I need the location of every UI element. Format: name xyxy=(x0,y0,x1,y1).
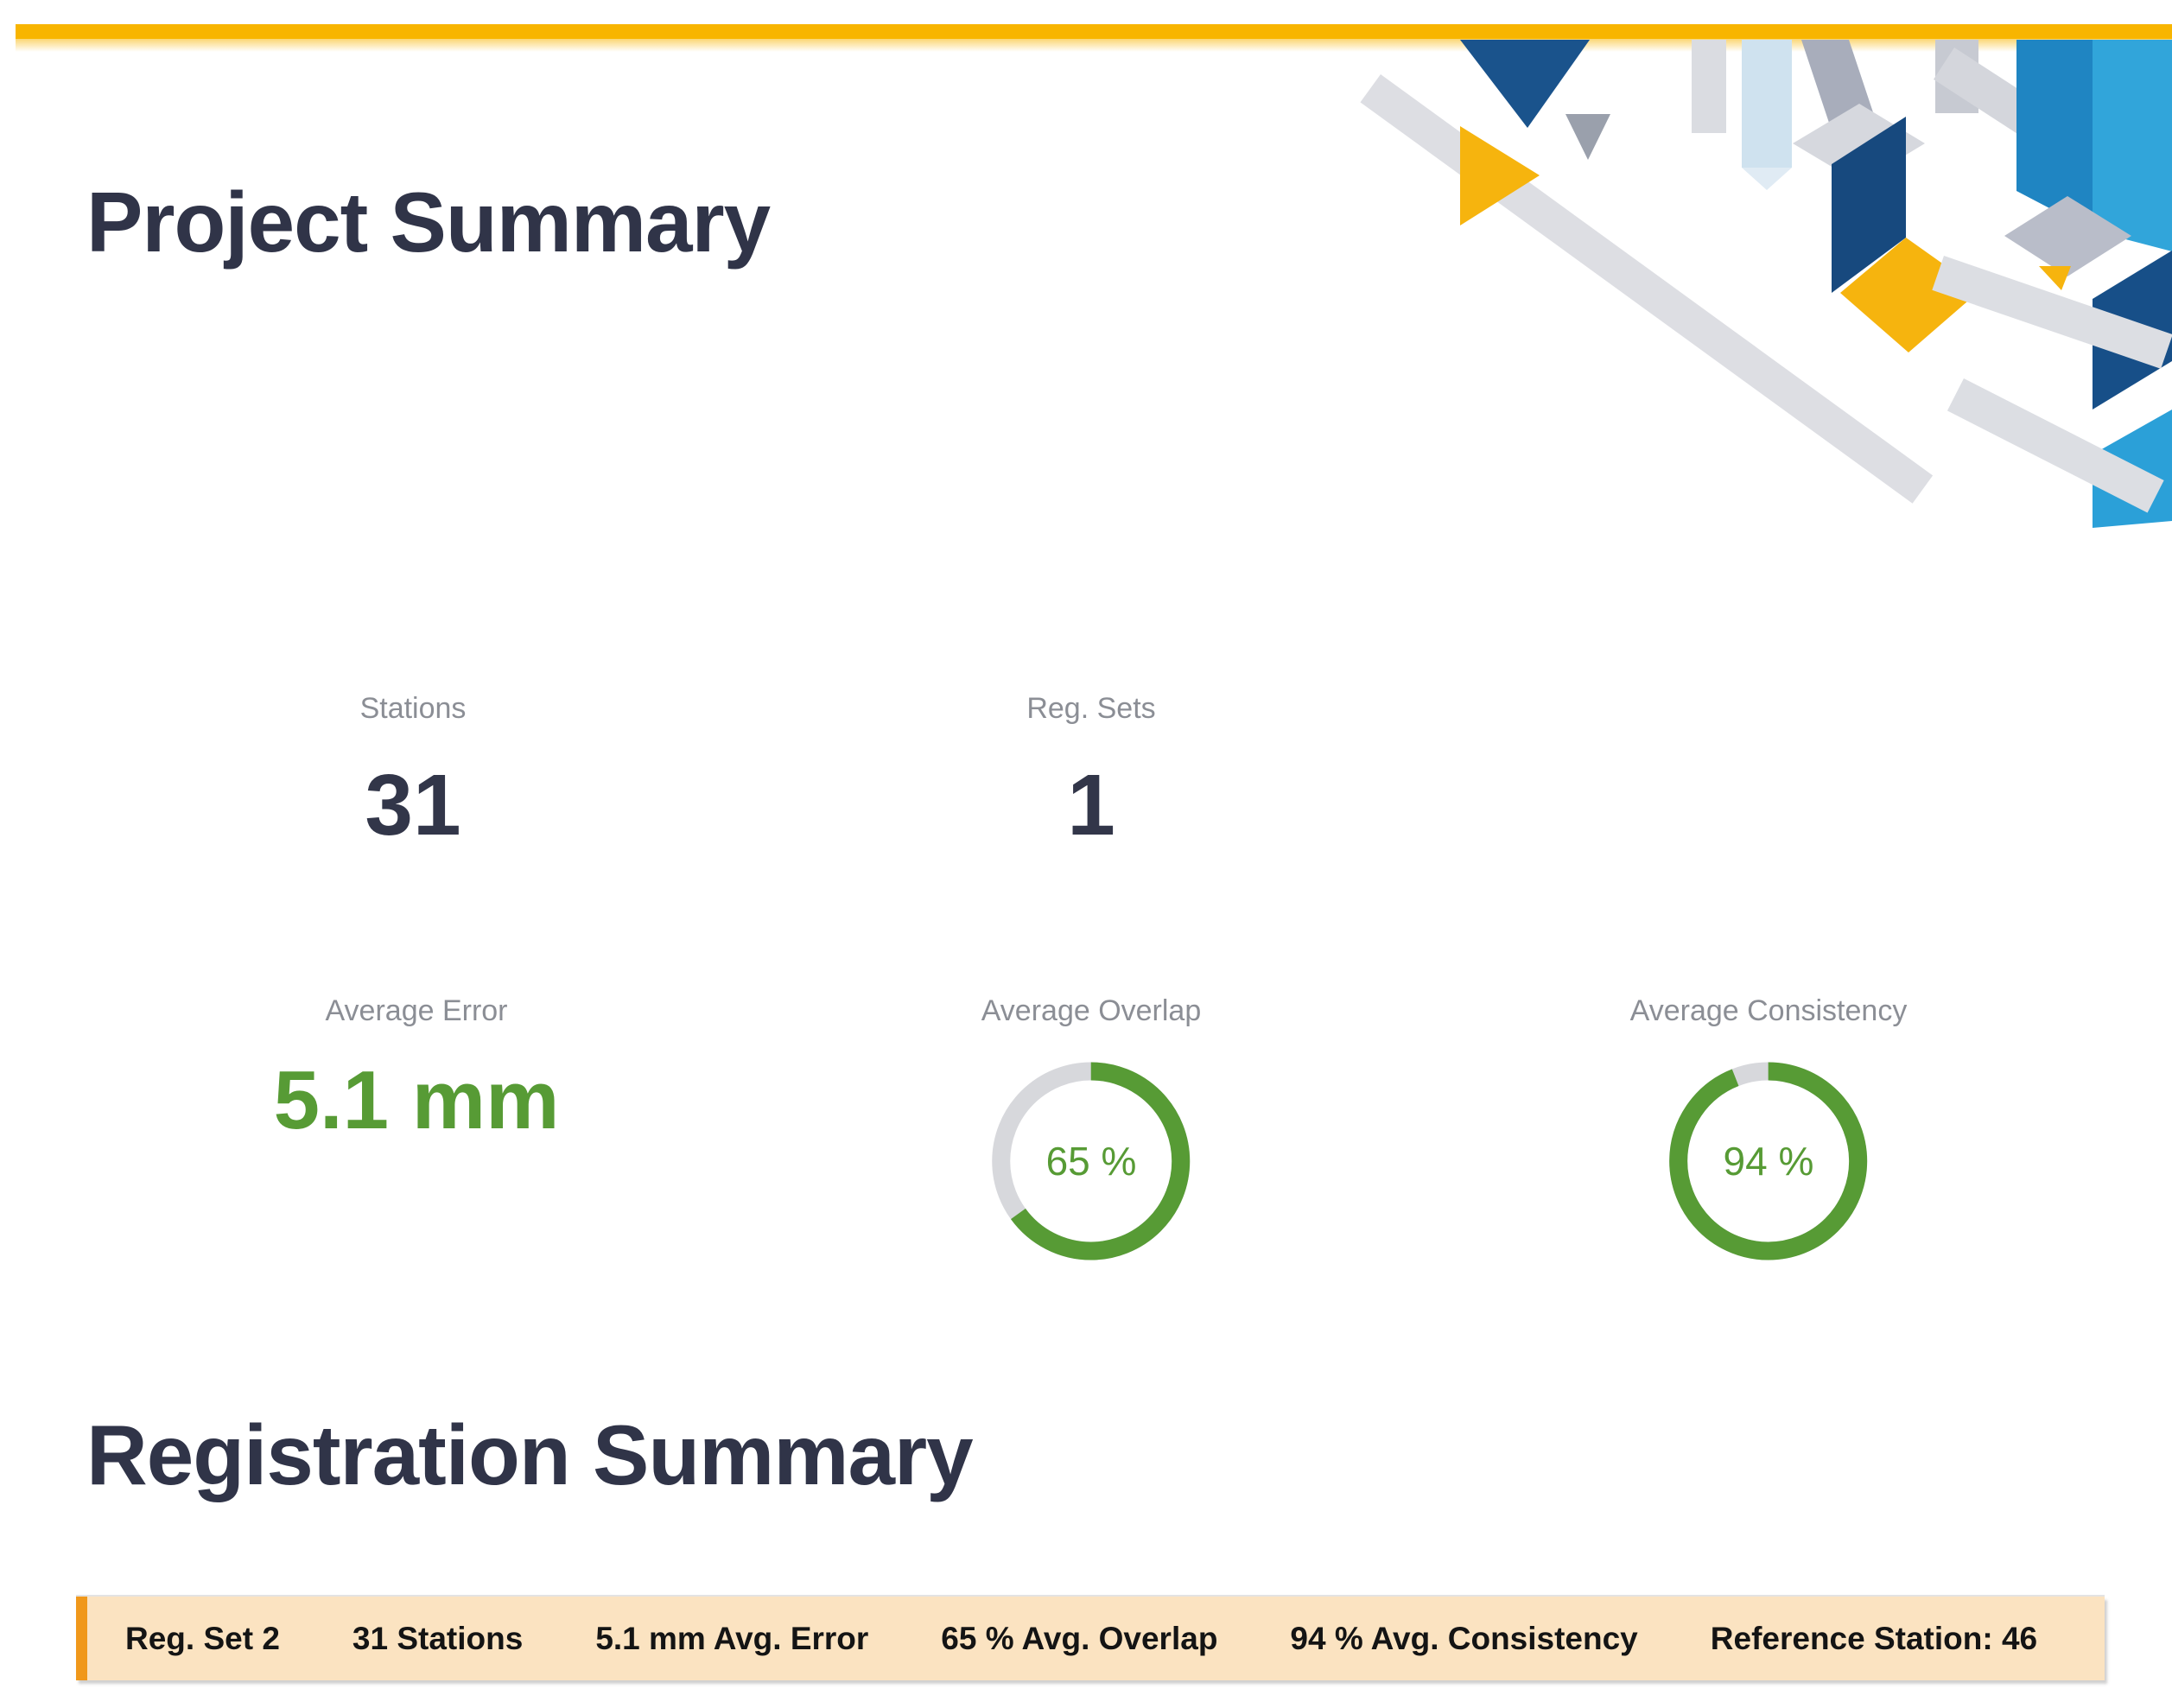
registration-set-row: Reg. Set 2 31 Stations 5.1 mm Avg. Error… xyxy=(76,1597,2105,1680)
deco-isometric-graphic xyxy=(1331,40,2172,531)
average-consistency-label: Average Consistency xyxy=(1630,994,1908,1028)
average-consistency-donut: 94 % xyxy=(1665,1057,1872,1265)
deco-cyan-column xyxy=(2016,40,2093,231)
reg-set-avg-error: 5.1 mm Avg. Error xyxy=(595,1621,868,1657)
top-accent-bar xyxy=(16,24,2172,39)
average-overlap-value: 65 % xyxy=(988,1138,1195,1184)
stat-average-consistency: Average Consistency 94 % xyxy=(1630,994,1908,1265)
average-error-value: 5.1 mm xyxy=(274,1052,560,1149)
reg-set-reference-station: Reference Station: 46 xyxy=(1711,1621,2037,1657)
stat-average-overlap: Average Overlap 65 % xyxy=(981,994,1202,1265)
average-consistency-value: 94 % xyxy=(1665,1138,1872,1184)
deco-yellow-wedge xyxy=(2039,266,2071,290)
reg-set-stations: 31 Stations xyxy=(352,1621,523,1657)
deco-gray-triangle xyxy=(1565,114,1610,160)
stat-average-error: Average Error 5.1 mm xyxy=(274,994,560,1149)
reg-set-name: Reg. Set 2 xyxy=(125,1621,280,1657)
stat-reg-sets: Reg. Sets 1 xyxy=(1026,691,1155,854)
reg-set-avg-overlap: 65 % Avg. Overlap xyxy=(941,1621,1217,1657)
average-error-label: Average Error xyxy=(274,994,560,1028)
stat-stations-value: 31 xyxy=(360,757,467,854)
registration-summary-title: Registration Summary xyxy=(86,1408,973,1503)
reg-set-avg-consistency: 94 % Avg. Consistency xyxy=(1290,1621,1637,1657)
average-overlap-label: Average Overlap xyxy=(981,994,1202,1028)
stat-stations: Stations 31 xyxy=(360,691,467,854)
stat-reg-sets-label: Reg. Sets xyxy=(1026,691,1155,726)
stat-reg-sets-value: 1 xyxy=(1026,757,1155,854)
stat-stations-label: Stations xyxy=(360,691,467,726)
project-summary-title: Project Summary xyxy=(86,175,770,270)
average-overlap-donut: 65 % xyxy=(988,1057,1195,1265)
